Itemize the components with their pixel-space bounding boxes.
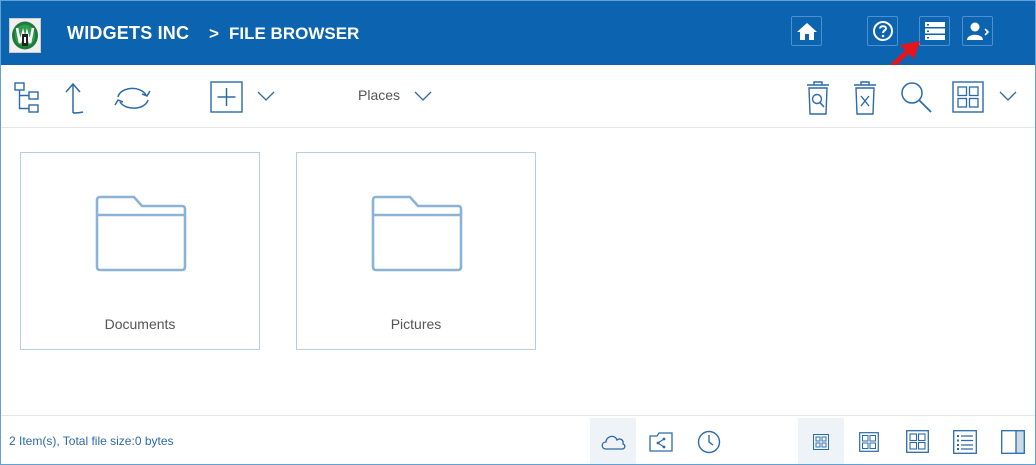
medium-grid-view-button[interactable] <box>846 418 892 464</box>
toolbar: Places <box>1 65 1035 128</box>
small-grid-icon <box>813 433 829 450</box>
status-bar: 2 Item(s), Total file size:0 bytes <box>1 415 1035 464</box>
details-panel-icon <box>1001 429 1025 454</box>
file-browser-window: WIDGETS INC > FILE BROWSER Places Docume… <box>0 0 1036 465</box>
details-panel-view-button[interactable] <box>990 418 1035 464</box>
user-button[interactable] <box>962 16 993 46</box>
view-menu-chevron-down-icon[interactable] <box>999 91 1017 102</box>
breadcrumb-separator: > <box>209 24 219 43</box>
folder-icon <box>370 195 464 273</box>
view-grid-icon[interactable] <box>952 81 984 113</box>
folder-tile-pictures[interactable]: Pictures <box>296 152 536 350</box>
recent-source-button[interactable] <box>686 418 732 464</box>
home-icon <box>796 21 818 41</box>
up-arrow-icon[interactable] <box>63 81 87 115</box>
user-icon <box>966 21 990 41</box>
company-logo <box>9 18 41 53</box>
places-chevron-down-icon[interactable] <box>414 91 432 102</box>
folder-name: Documents <box>104 316 176 332</box>
folder-icon <box>94 195 188 273</box>
empty-trash-icon[interactable] <box>852 80 878 116</box>
home-button[interactable] <box>791 16 822 46</box>
add-button[interactable] <box>210 81 243 113</box>
list-view-button[interactable] <box>942 418 988 464</box>
small-grid-view-button[interactable] <box>798 418 844 464</box>
folder-tree-icon[interactable] <box>13 81 45 115</box>
breadcrumb-current: FILE BROWSER <box>229 24 360 43</box>
medium-grid-icon <box>859 431 879 452</box>
places-label: Places <box>358 87 401 103</box>
search-trash-icon[interactable] <box>805 80 831 116</box>
large-grid-view-button[interactable] <box>894 418 940 464</box>
cloud-source-button[interactable] <box>590 418 636 464</box>
places-dropdown[interactable]: Places <box>358 87 400 103</box>
folder-tile-documents[interactable]: Documents <box>20 152 260 350</box>
list-icon <box>953 429 977 454</box>
server-icon <box>924 21 946 41</box>
add-menu-chevron-down-icon[interactable] <box>257 91 275 102</box>
large-grid-icon <box>905 430 929 453</box>
folder-name: Pictures <box>390 316 442 332</box>
brand-name: WIDGETS INC <box>67 23 190 43</box>
file-grid: Documents Pictures <box>1 128 1035 414</box>
status-text: 2 Item(s), Total file size:0 bytes <box>9 434 174 448</box>
add-icon <box>210 81 243 113</box>
refresh-icon[interactable] <box>112 83 154 113</box>
share-icon <box>649 431 673 452</box>
app-header: WIDGETS INC > FILE BROWSER <box>1 1 1035 77</box>
shared-source-button[interactable] <box>638 418 684 464</box>
cloud-icon <box>600 433 626 451</box>
search-icon[interactable] <box>899 80 933 114</box>
storage-button[interactable] <box>919 16 950 46</box>
clock-icon <box>697 430 721 454</box>
